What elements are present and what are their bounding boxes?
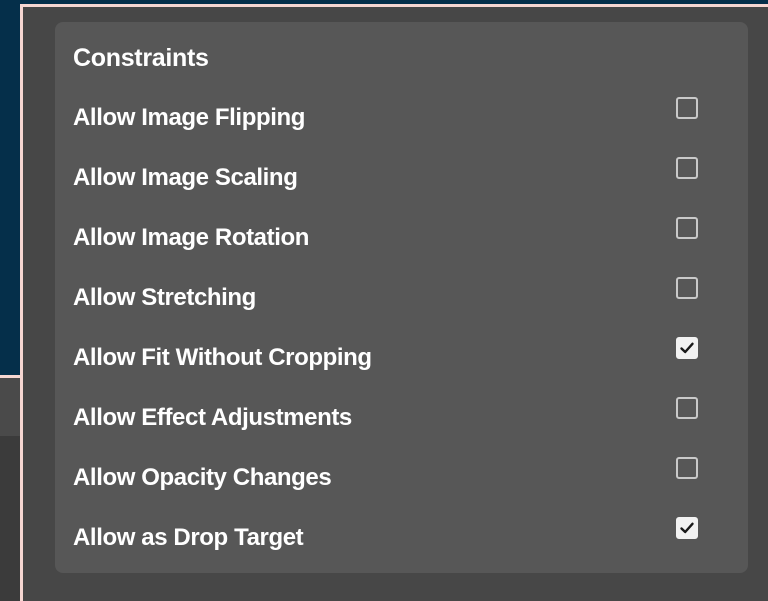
allow-fit-without-cropping-checkbox[interactable] [676, 337, 698, 359]
app-stage: Constraints Allow Image Flipping Allow I… [0, 0, 768, 601]
constraint-label: Allow Image Rotation [73, 224, 310, 251]
checkmark-icon [680, 522, 694, 534]
constraints-list: Allow Image Flipping Allow Image Scaling… [55, 92, 748, 572]
allow-as-drop-target-checkbox[interactable] [676, 517, 698, 539]
constraint-label: Allow Effect Adjustments [73, 404, 352, 431]
constraint-label: Allow Fit Without Cropping [73, 344, 372, 371]
constraint-label: Allow Image Scaling [73, 164, 298, 191]
constraint-row-fit-without-cropping[interactable]: Allow Fit Without Cropping [55, 332, 748, 392]
constraint-label: Allow Stretching [73, 284, 256, 311]
allow-opacity-changes-checkbox[interactable] [676, 457, 698, 479]
panel-title: Constraints [73, 44, 209, 72]
allow-image-rotation-checkbox[interactable] [676, 217, 698, 239]
constraint-row-effect-adjustments[interactable]: Allow Effect Adjustments [55, 392, 748, 452]
constraint-row-stretching[interactable]: Allow Stretching [55, 272, 748, 332]
constraint-row-image-flipping[interactable]: Allow Image Flipping [55, 92, 748, 152]
constraint-label: Allow as Drop Target [73, 524, 304, 551]
constraint-row-image-scaling[interactable]: Allow Image Scaling [55, 152, 748, 212]
constraint-label: Allow Opacity Changes [73, 464, 332, 491]
constraints-panel: Constraints Allow Image Flipping Allow I… [55, 22, 748, 573]
allow-image-scaling-checkbox[interactable] [676, 157, 698, 179]
allow-effect-adjustments-checkbox[interactable] [676, 397, 698, 419]
allow-image-flipping-checkbox[interactable] [676, 97, 698, 119]
constraint-row-opacity-changes[interactable]: Allow Opacity Changes [55, 452, 748, 512]
constraint-row-drop-target[interactable]: Allow as Drop Target [55, 512, 748, 572]
constraint-row-image-rotation[interactable]: Allow Image Rotation [55, 212, 748, 272]
checkmark-icon [680, 342, 694, 354]
allow-stretching-checkbox[interactable] [676, 277, 698, 299]
constraint-label: Allow Image Flipping [73, 104, 306, 131]
